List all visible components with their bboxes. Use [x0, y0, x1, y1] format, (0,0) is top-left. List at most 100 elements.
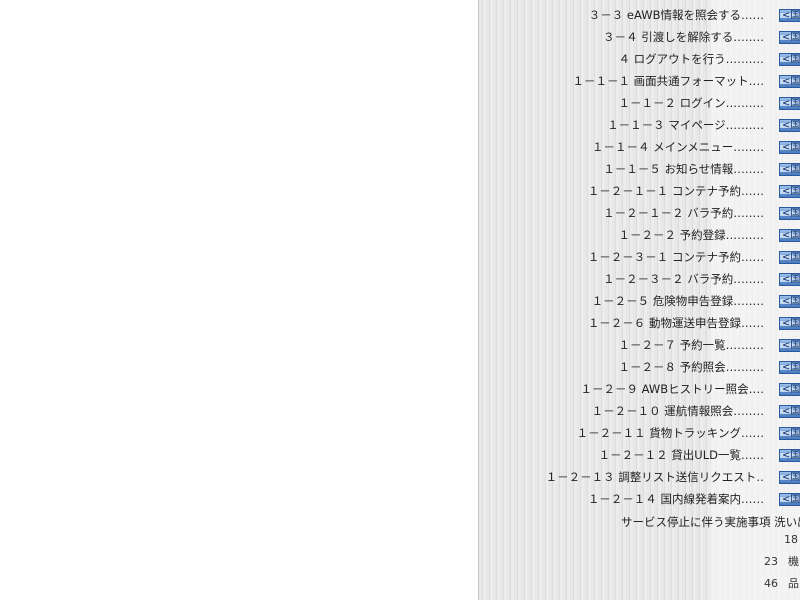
link-icon[interactable]: <国: [779, 9, 800, 22]
link-icon-glyph: <国: [782, 362, 800, 373]
toc-entry[interactable]: １－２－１－１ コンテナ予約‥‥‥ <国: [478, 180, 800, 202]
link-icon[interactable]: <国: [779, 119, 800, 132]
tail-row-label: 機: [788, 555, 799, 568]
tail-row-label: 品: [788, 577, 799, 590]
link-icon[interactable]: <国: [779, 185, 800, 198]
toc-entry[interactable]: １－２－１－２ バラ予約‥‥‥‥ <国: [478, 202, 800, 224]
link-icon-glyph: <国: [782, 450, 800, 461]
toc-entry-label[interactable]: １－２－１－２ バラ予約‥‥‥‥: [603, 202, 764, 224]
tail-row: 23 機: [478, 552, 800, 572]
toc-entry-label[interactable]: １－２－１４ 国内線発着案内‥‥‥: [588, 488, 764, 510]
toc-entry[interactable]: １－２－８ 予約照会‥‥‥‥‥ <国: [478, 356, 800, 378]
link-icon[interactable]: <国: [779, 339, 800, 352]
link-icon[interactable]: <国: [779, 295, 800, 308]
toc-entry-label[interactable]: １－１－１ 画面共通フォーマット‥‥: [572, 70, 764, 92]
toc-entry[interactable]: １－２－１２ 貸出ULD一覧‥‥‥ <国: [478, 444, 800, 466]
toc-entry[interactable]: １－２－３－１ コンテナ予約‥‥‥ <国: [478, 246, 800, 268]
toc-entry[interactable]: １－２－５ 危険物申告登録‥‥‥‥ <国: [478, 290, 800, 312]
link-icon-glyph: <国: [782, 208, 800, 219]
tail-row: 46 品: [478, 574, 800, 594]
tail-row-number: 18: [784, 533, 798, 546]
link-icon-glyph: <国: [782, 340, 800, 351]
link-icon-glyph: <国: [782, 318, 800, 329]
toc-entry-label[interactable]: １－２－７ 予約一覧‥‥‥‥‥: [618, 334, 764, 356]
document-viewer: ３－３ eAWB情報を照会する‥‥‥ <国 ３－４ 引渡しを解除する‥‥‥‥ <国 ４ …: [0, 0, 800, 600]
link-icon[interactable]: <国: [779, 471, 800, 484]
link-icon[interactable]: <国: [779, 361, 800, 374]
toc-entry-label[interactable]: １－２－２ 予約登録‥‥‥‥‥: [618, 224, 764, 246]
link-icon-glyph: <国: [782, 142, 800, 153]
toc-entry-label[interactable]: ３－４ 引渡しを解除する‥‥‥‥: [603, 26, 764, 48]
toc-entry[interactable]: １－２－９ AWBヒストリー照会‥‥ <国: [478, 378, 800, 400]
toc-entry-label[interactable]: ４ ログアウトを行う‥‥‥‥‥: [618, 48, 764, 70]
link-icon[interactable]: <国: [779, 31, 800, 44]
link-icon-glyph: <国: [782, 32, 800, 43]
toc-entry[interactable]: ３－３ eAWB情報を照会する‥‥‥ <国: [478, 4, 800, 26]
link-icon[interactable]: <国: [779, 163, 800, 176]
link-icon-glyph: <国: [782, 384, 800, 395]
toc-entry-label[interactable]: １－２－３－２ バラ予約‥‥‥‥: [603, 268, 764, 290]
toc-entry[interactable]: １－２－２ 予約登録‥‥‥‥‥ <国: [478, 224, 800, 246]
toc-entry[interactable]: ４ ログアウトを行う‥‥‥‥‥ <国: [478, 48, 800, 70]
link-icon-glyph: <国: [782, 472, 800, 483]
toc-entry-label[interactable]: １－２－６ 動物運送申告登録‥‥‥: [588, 312, 764, 334]
toc-entry[interactable]: １－２－１１ 貨物トラッキング‥‥‥ <国: [478, 422, 800, 444]
link-icon[interactable]: <国: [779, 75, 800, 88]
link-icon[interactable]: <国: [779, 141, 800, 154]
link-icon-glyph: <国: [782, 186, 800, 197]
link-icon-glyph: <国: [782, 164, 800, 175]
link-icon[interactable]: <国: [779, 405, 800, 418]
tail-row-number: 46: [764, 577, 778, 590]
toc-entry[interactable]: １－２－３－２ バラ予約‥‥‥‥ <国: [478, 268, 800, 290]
link-icon-glyph: <国: [782, 54, 800, 65]
link-icon[interactable]: <国: [779, 317, 800, 330]
toc-entry-label[interactable]: １－２－１－１ コンテナ予約‥‥‥: [588, 180, 764, 202]
toc-entry[interactable]: １－２－１４ 国内線発着案内‥‥‥ <国: [478, 488, 800, 510]
toc-entry[interactable]: １－１－５ お知らせ情報‥‥‥‥ <国: [478, 158, 800, 180]
link-icon-glyph: <国: [782, 274, 800, 285]
toc-entry-label[interactable]: １－１－５ お知らせ情報‥‥‥‥: [603, 158, 764, 180]
link-icon-glyph: <国: [782, 406, 800, 417]
toc-entry-label[interactable]: ３－３ eAWB情報を照会する‥‥‥: [589, 4, 764, 26]
toc-entry-label[interactable]: １－１－３ マイページ‥‥‥‥‥: [607, 114, 764, 136]
link-icon[interactable]: <国: [779, 383, 800, 396]
link-icon-glyph: <国: [782, 10, 800, 21]
link-icon-glyph: <国: [782, 252, 800, 263]
toc-entry-label[interactable]: １－２－１３ 調整リスト送信リクエスト‥: [546, 466, 764, 488]
toc-entry[interactable]: １－２－６ 動物運送申告登録‥‥‥ <国: [478, 312, 800, 334]
toc-entry[interactable]: １－１－３ マイページ‥‥‥‥‥ <国: [478, 114, 800, 136]
toc-entry-label[interactable]: １－１－２ ログイン‥‥‥‥‥: [618, 92, 764, 114]
link-icon-glyph: <国: [782, 296, 800, 307]
tail-row: 18: [478, 530, 800, 550]
link-icon[interactable]: <国: [779, 273, 800, 286]
link-icon-glyph: <国: [782, 98, 800, 109]
toc-entry-label[interactable]: １－２－９ AWBヒストリー照会‥‥: [580, 378, 764, 400]
toc-entry[interactable]: １－２－１０ 運航情報照会‥‥‥‥ <国: [478, 400, 800, 422]
tail-row-number: 23: [764, 555, 778, 568]
link-icon[interactable]: <国: [779, 493, 800, 506]
toc-entry[interactable]: １－２－１３ 調整リスト送信リクエスト‥ <国: [478, 466, 800, 488]
link-icon-glyph: <国: [782, 494, 800, 505]
toc-entry[interactable]: １－１－２ ログイン‥‥‥‥‥ <国: [478, 92, 800, 114]
toc-entry-label[interactable]: １－１－４ メインメニュー‥‥‥‥: [592, 136, 764, 158]
toc-entry-label[interactable]: １－２－３－１ コンテナ予約‥‥‥: [588, 246, 764, 268]
link-icon[interactable]: <国: [779, 97, 800, 110]
toc-list: ３－３ eAWB情報を照会する‥‥‥ <国 ３－４ 引渡しを解除する‥‥‥‥ <国 ４ …: [478, 4, 800, 510]
toc-entry[interactable]: １－１－４ メインメニュー‥‥‥‥ <国: [478, 136, 800, 158]
toc-entry-label[interactable]: １－２－１０ 運航情報照会‥‥‥‥: [592, 400, 764, 422]
toc-entry-label[interactable]: １－２－１２ 貸出ULD一覧‥‥‥: [599, 444, 764, 466]
toc-entry[interactable]: ３－４ 引渡しを解除する‥‥‥‥ <国: [478, 26, 800, 48]
toc-entry[interactable]: １－１－１ 画面共通フォーマット‥‥ <国: [478, 70, 800, 92]
link-icon[interactable]: <国: [779, 449, 800, 462]
link-icon[interactable]: <国: [779, 207, 800, 220]
link-icon-glyph: <国: [782, 230, 800, 241]
link-icon[interactable]: <国: [779, 229, 800, 242]
toc-entry-label[interactable]: １－２－８ 予約照会‥‥‥‥‥: [618, 356, 764, 378]
link-icon-glyph: <国: [782, 76, 800, 87]
toc-entry-label[interactable]: １－２－１１ 貨物トラッキング‥‥‥: [577, 422, 764, 444]
toc-entry-label[interactable]: １－２－５ 危険物申告登録‥‥‥‥: [592, 290, 764, 312]
link-icon[interactable]: <国: [779, 427, 800, 440]
link-icon[interactable]: <国: [779, 251, 800, 264]
link-icon[interactable]: <国: [779, 53, 800, 66]
toc-entry[interactable]: １－２－７ 予約一覧‥‥‥‥‥ <国: [478, 334, 800, 356]
